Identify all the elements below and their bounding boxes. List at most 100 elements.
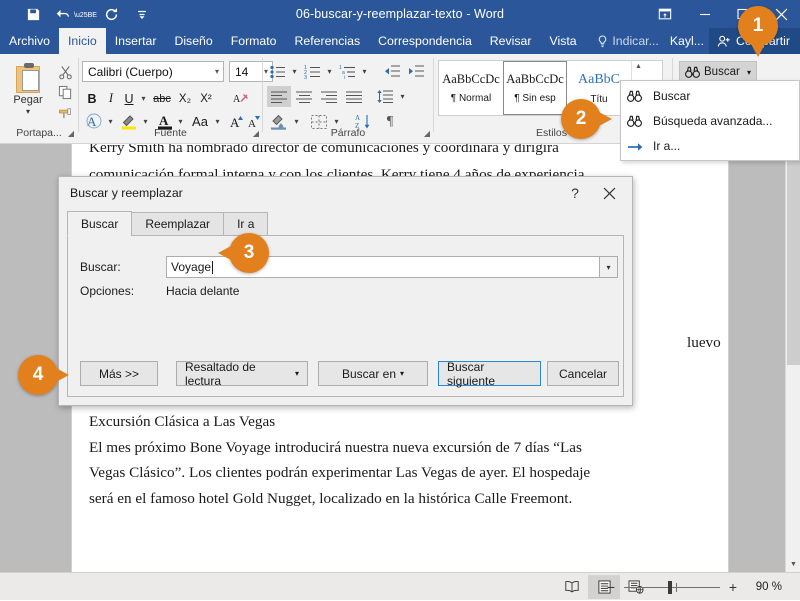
paragraph-group-label: Párrafo bbox=[330, 127, 366, 139]
paste-button[interactable]: Pegar ▾ bbox=[4, 60, 52, 122]
dialog-tab-buscar[interactable]: Buscar bbox=[67, 211, 133, 236]
menu-item-label: Buscar bbox=[653, 88, 691, 103]
numbering-icon[interactable]: 123 bbox=[302, 61, 324, 82]
tab-correspondencia[interactable]: Correspondencia bbox=[369, 28, 481, 54]
dialog-help-button[interactable]: ? bbox=[564, 182, 586, 204]
scroll-down-icon[interactable]: ▼ bbox=[786, 557, 800, 572]
justify-icon[interactable] bbox=[342, 86, 366, 107]
zoom-out-button[interactable]: − bbox=[605, 579, 617, 595]
ribbon-tab-strip: Archivo Inicio Insertar Diseño Formato R… bbox=[0, 28, 800, 54]
find-next-button[interactable]: Buscar siguiente bbox=[438, 360, 541, 388]
copy-icon[interactable] bbox=[54, 82, 76, 102]
increase-indent-icon[interactable] bbox=[405, 61, 427, 82]
bullets-dropdown-icon[interactable]: ▾ bbox=[289, 61, 300, 82]
tab-referencias[interactable]: Referencias bbox=[286, 28, 370, 54]
find-in-label: Buscar en bbox=[341, 366, 396, 381]
cancel-button[interactable]: Cancelar bbox=[547, 361, 619, 386]
scrollbar-thumb[interactable] bbox=[787, 160, 800, 365]
quick-access-toolbar: \u25BE bbox=[18, 0, 157, 28]
decrease-indent-icon[interactable] bbox=[381, 61, 403, 82]
find-dropdown-icon[interactable]: ▾ bbox=[747, 68, 751, 77]
reading-highlight-button[interactable]: Resaltado de lectura ▾ bbox=[176, 359, 308, 388]
style-name: ¶ Sin esp bbox=[514, 93, 556, 104]
superscript-button[interactable]: X² bbox=[196, 88, 216, 109]
style-item-sin-espaciado[interactable]: AaBbCcDc ¶ Sin esp bbox=[503, 61, 567, 115]
zoom-level-label[interactable]: 90 % bbox=[746, 581, 782, 593]
tell-me-box[interactable]: Indicar... bbox=[591, 34, 664, 48]
line-spacing-icon[interactable] bbox=[373, 86, 397, 107]
style-preview: AaBbCcDc bbox=[506, 72, 564, 86]
font-dialog-launcher-icon[interactable]: ◢ bbox=[253, 129, 259, 138]
chevron-down-icon[interactable]: ▾ bbox=[599, 257, 617, 277]
tab-diseno[interactable]: Diseño bbox=[165, 28, 221, 54]
callout-marker-4: 4 bbox=[18, 355, 69, 395]
status-bar: − + 90 % bbox=[0, 572, 800, 600]
reading-highlight-label: Resaltado de lectura bbox=[185, 359, 256, 388]
align-left-icon[interactable] bbox=[267, 86, 291, 107]
style-item-normal[interactable]: AaBbCcDc ¶ Normal bbox=[439, 61, 503, 115]
bullets-icon[interactable] bbox=[267, 61, 289, 82]
clipboard-dialog-launcher-icon[interactable]: ◢ bbox=[68, 129, 74, 138]
customize-quick-access-icon[interactable] bbox=[127, 1, 157, 27]
callout-marker-3: 3 bbox=[218, 233, 269, 273]
align-right-icon[interactable] bbox=[317, 86, 341, 107]
numbering-dropdown-icon[interactable]: ▾ bbox=[324, 61, 335, 82]
chevron-down-icon[interactable]: ▾ bbox=[215, 67, 219, 76]
binoculars-icon bbox=[685, 66, 700, 79]
undo-dropdown-icon[interactable]: \u25BE bbox=[74, 12, 97, 19]
italic-button[interactable]: I bbox=[103, 88, 119, 109]
vertical-scrollbar[interactable]: ▲ ▼ bbox=[785, 144, 800, 572]
lightbulb-icon bbox=[597, 34, 608, 48]
tab-insertar[interactable]: Insertar bbox=[106, 28, 166, 54]
strikethrough-button[interactable]: abc bbox=[150, 88, 174, 109]
menu-item-ir-a[interactable]: Ir a... bbox=[621, 133, 799, 158]
paragraph-dialog-launcher-icon[interactable]: ◢ bbox=[424, 129, 430, 138]
dialog-tabs: Buscar Reemplazar Ir a bbox=[67, 211, 269, 236]
bold-button[interactable]: B bbox=[83, 88, 101, 109]
tab-vista[interactable]: Vista bbox=[540, 28, 585, 54]
font-name-combo[interactable]: Calibri (Cuerpo) ▾ bbox=[82, 61, 224, 82]
underline-button[interactable]: U bbox=[121, 88, 137, 109]
more-button[interactable]: Más >> bbox=[80, 361, 158, 386]
paste-dropdown-icon[interactable]: ▾ bbox=[26, 107, 30, 116]
redo-icon[interactable] bbox=[97, 1, 127, 27]
underline-dropdown-icon[interactable]: ▾ bbox=[138, 88, 149, 109]
clear-formatting-icon[interactable]: A bbox=[229, 88, 253, 109]
minimize-button[interactable] bbox=[686, 0, 724, 28]
menu-item-busqueda-avanzada[interactable]: Búsqueda avanzada... bbox=[621, 108, 799, 133]
chevron-down-icon[interactable]: ▾ bbox=[400, 369, 404, 378]
read-mode-icon[interactable] bbox=[556, 575, 588, 599]
tab-formato[interactable]: Formato bbox=[222, 28, 286, 54]
zoom-slider[interactable] bbox=[624, 580, 720, 594]
chevron-down-icon[interactable]: ▾ bbox=[295, 369, 299, 378]
options-label: Opciones: bbox=[80, 284, 135, 298]
options-value: Hacia delante bbox=[166, 284, 240, 298]
dialog-close-button[interactable] bbox=[594, 182, 624, 204]
document-body-line-3: será en el famoso hotel Gold Nugget, loc… bbox=[89, 489, 573, 507]
svg-text:3: 3 bbox=[304, 75, 307, 80]
person-add-icon bbox=[717, 35, 731, 48]
menu-item-buscar[interactable]: Buscar bbox=[621, 83, 799, 108]
chevron-up-icon[interactable]: ▲ bbox=[635, 63, 642, 70]
tab-inicio[interactable]: Inicio bbox=[59, 28, 106, 54]
tab-archivo[interactable]: Archivo bbox=[0, 28, 60, 54]
subscript-button[interactable]: X₂ bbox=[175, 88, 195, 109]
tab-revisar[interactable]: Revisar bbox=[481, 28, 541, 54]
paste-label: Pegar bbox=[13, 94, 43, 106]
multilevel-dropdown-icon[interactable]: ▾ bbox=[359, 61, 370, 82]
dialog-title: Buscar y reemplazar bbox=[59, 177, 632, 209]
format-painter-icon[interactable] bbox=[54, 102, 76, 122]
multilevel-list-icon[interactable]: 1ai bbox=[337, 61, 359, 82]
dialog-tab-reemplazar[interactable]: Reemplazar bbox=[131, 212, 225, 236]
ribbon-display-options-icon[interactable] bbox=[644, 0, 686, 28]
document-hidden-fragment: luevo bbox=[687, 334, 721, 351]
zoom-in-button[interactable]: + bbox=[727, 579, 739, 595]
zoom-slider-thumb[interactable] bbox=[668, 580, 672, 594]
zoom-controls: − + 90 % bbox=[605, 573, 782, 601]
account-name[interactable]: Kayl... bbox=[665, 34, 709, 48]
line-spacing-dropdown-icon[interactable]: ▾ bbox=[397, 86, 408, 107]
find-in-button[interactable]: Buscar en ▾ bbox=[318, 361, 428, 386]
save-icon[interactable] bbox=[18, 1, 48, 27]
cut-icon[interactable] bbox=[54, 62, 76, 82]
align-center-icon[interactable] bbox=[292, 86, 316, 107]
